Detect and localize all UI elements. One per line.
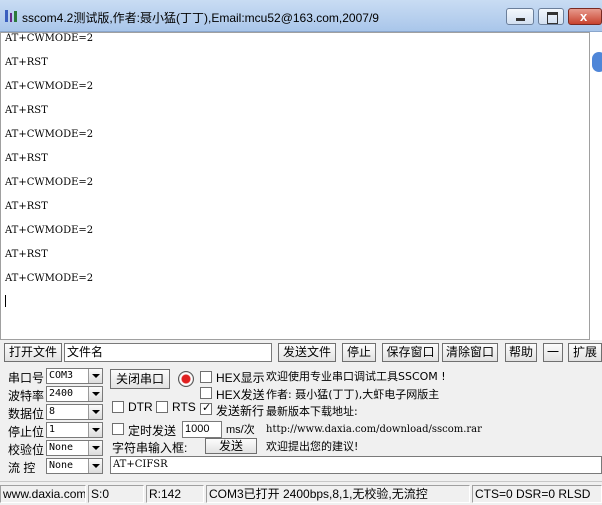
chevron-down-icon[interactable]	[88, 459, 102, 473]
data-bits-value: 8	[49, 406, 56, 417]
port-value: COM3	[49, 370, 74, 381]
side-strip	[590, 32, 602, 340]
baud-label: 波特率	[8, 389, 45, 403]
status-modem-lines: CTS=0 DSR=0 RLSD	[472, 485, 602, 503]
open-file-button[interactable]: 打开文件	[4, 343, 62, 362]
receive-line: AT+RST	[5, 153, 48, 164]
stop-button[interactable]: 停止	[342, 343, 376, 362]
info-panel: 欢迎使用专业串口调试工具SSCOM ! 作者: 聂小猛(丁丁),大虾电子网版主 …	[266, 368, 602, 456]
dtr-label: DTR	[128, 400, 153, 414]
rts-checkbox[interactable]	[156, 401, 168, 413]
receive-line: AT+CWMODE=2	[5, 177, 94, 188]
baud-value: 2400	[49, 388, 74, 399]
chevron-down-icon[interactable]	[88, 423, 102, 437]
info-download-label: 最新版本下载地址:	[266, 405, 358, 418]
port-label: 串口号	[8, 371, 45, 385]
stop-bits-value: 1	[49, 424, 56, 435]
text-caret	[5, 295, 6, 307]
info-author: 作者: 聂小猛(丁丁),大虾电子网版主	[266, 387, 440, 401]
baud-select[interactable]: 2400	[46, 386, 103, 402]
send-newline-checkbox[interactable]	[200, 401, 212, 415]
hex-display-label: HEX显示	[216, 371, 265, 385]
timed-send-checkbox[interactable]	[112, 423, 124, 435]
flow-control-select[interactable]: None	[46, 458, 103, 474]
receive-line: AT+CWMODE=2	[5, 129, 94, 140]
send-button[interactable]: 发送	[205, 438, 257, 454]
send-newline-label: 发送新行	[216, 404, 265, 418]
receive-line: AT+RST	[5, 249, 48, 260]
hex-display-checkbox[interactable]	[200, 371, 212, 383]
clear-window-button[interactable]: 清除窗口	[442, 343, 498, 362]
send-file-button[interactable]: 发送文件	[278, 343, 336, 362]
filename-field[interactable]: 文件名	[64, 343, 272, 362]
data-bits-select[interactable]: 8	[46, 404, 103, 420]
info-welcome: 欢迎使用专业串口调试工具SSCOM !	[266, 370, 446, 383]
info-download-url[interactable]: http://www.daxia.com/download/sscom.rar	[266, 421, 602, 439]
parity-label: 校验位	[8, 443, 45, 457]
app-icon	[5, 10, 17, 22]
receive-line: AT+RST	[5, 105, 48, 116]
chevron-down-icon[interactable]	[88, 369, 102, 383]
help-button[interactable]: 帮助	[505, 343, 537, 362]
interval-unit-label: ms/次	[226, 424, 255, 436]
chevron-down-icon[interactable]	[88, 441, 102, 455]
overlay-widget-icon[interactable]	[592, 52, 602, 72]
receive-line: AT+CWMODE=2	[5, 81, 94, 92]
send-text-input[interactable]: AT+CIFSR	[110, 456, 602, 474]
port-status-led-icon	[178, 371, 194, 387]
collapse-button[interactable]: 一	[543, 343, 563, 362]
expand-button[interactable]: 扩展	[568, 343, 602, 362]
receive-line: AT+CWMODE=2	[5, 273, 94, 284]
string-input-label: 字符串输入框:	[112, 441, 188, 455]
flow-control-label: 流 控	[8, 461, 36, 475]
info-feedback: 欢迎提出您的建议!	[266, 440, 359, 453]
status-received-count: R:142	[146, 485, 204, 503]
close-port-button[interactable]: 关闭串口	[110, 369, 170, 389]
data-bits-label: 数据位	[8, 407, 45, 421]
parity-select[interactable]: None	[46, 440, 103, 456]
receive-line: AT+RST	[5, 201, 48, 212]
port-select[interactable]: COM3	[46, 368, 103, 384]
chevron-down-icon[interactable]	[88, 387, 102, 401]
chevron-down-icon[interactable]	[88, 405, 102, 419]
maximize-button[interactable]	[538, 8, 564, 25]
receive-line: AT+RST	[5, 57, 48, 68]
hex-send-checkbox[interactable]	[200, 387, 212, 399]
status-website: www.daxia.com	[0, 485, 86, 503]
status-bar: www.daxia.com S:0 R:142 COM3已打开 2400bps,…	[0, 481, 602, 505]
receive-line: AT+CWMODE=2	[5, 225, 94, 236]
status-port-state: COM3已打开 2400bps,8,1,无校验,无流控	[206, 485, 470, 503]
interval-input[interactable]: 1000	[182, 421, 222, 438]
hex-send-label: HEX发送	[216, 388, 265, 402]
close-icon: x	[580, 9, 588, 24]
title-bar[interactable]: sscom4.2测试版,作者:聂小猛(丁丁),Email:mcu52@163.c…	[0, 0, 602, 32]
window-title: sscom4.2测试版,作者:聂小猛(丁丁),Email:mcu52@163.c…	[22, 11, 379, 25]
rts-label: RTS	[172, 400, 196, 414]
timed-send-label: 定时发送	[128, 424, 177, 438]
flow-control-value: None	[49, 460, 74, 471]
stop-bits-select[interactable]: 1	[46, 422, 103, 438]
parity-value: None	[49, 442, 74, 453]
stop-bits-label: 停止位	[8, 425, 45, 439]
minimize-button[interactable]	[506, 8, 534, 25]
dtr-checkbox[interactable]	[112, 401, 124, 413]
receive-line: AT+CWMODE=2	[5, 33, 94, 44]
receive-area[interactable]: AT+CWMODE=2 AT+RST AT+CWMODE=2 AT+RST AT…	[0, 32, 590, 340]
close-button[interactable]: x	[568, 8, 602, 25]
save-window-button[interactable]: 保存窗口	[382, 343, 439, 362]
status-sent-count: S:0	[88, 485, 144, 503]
